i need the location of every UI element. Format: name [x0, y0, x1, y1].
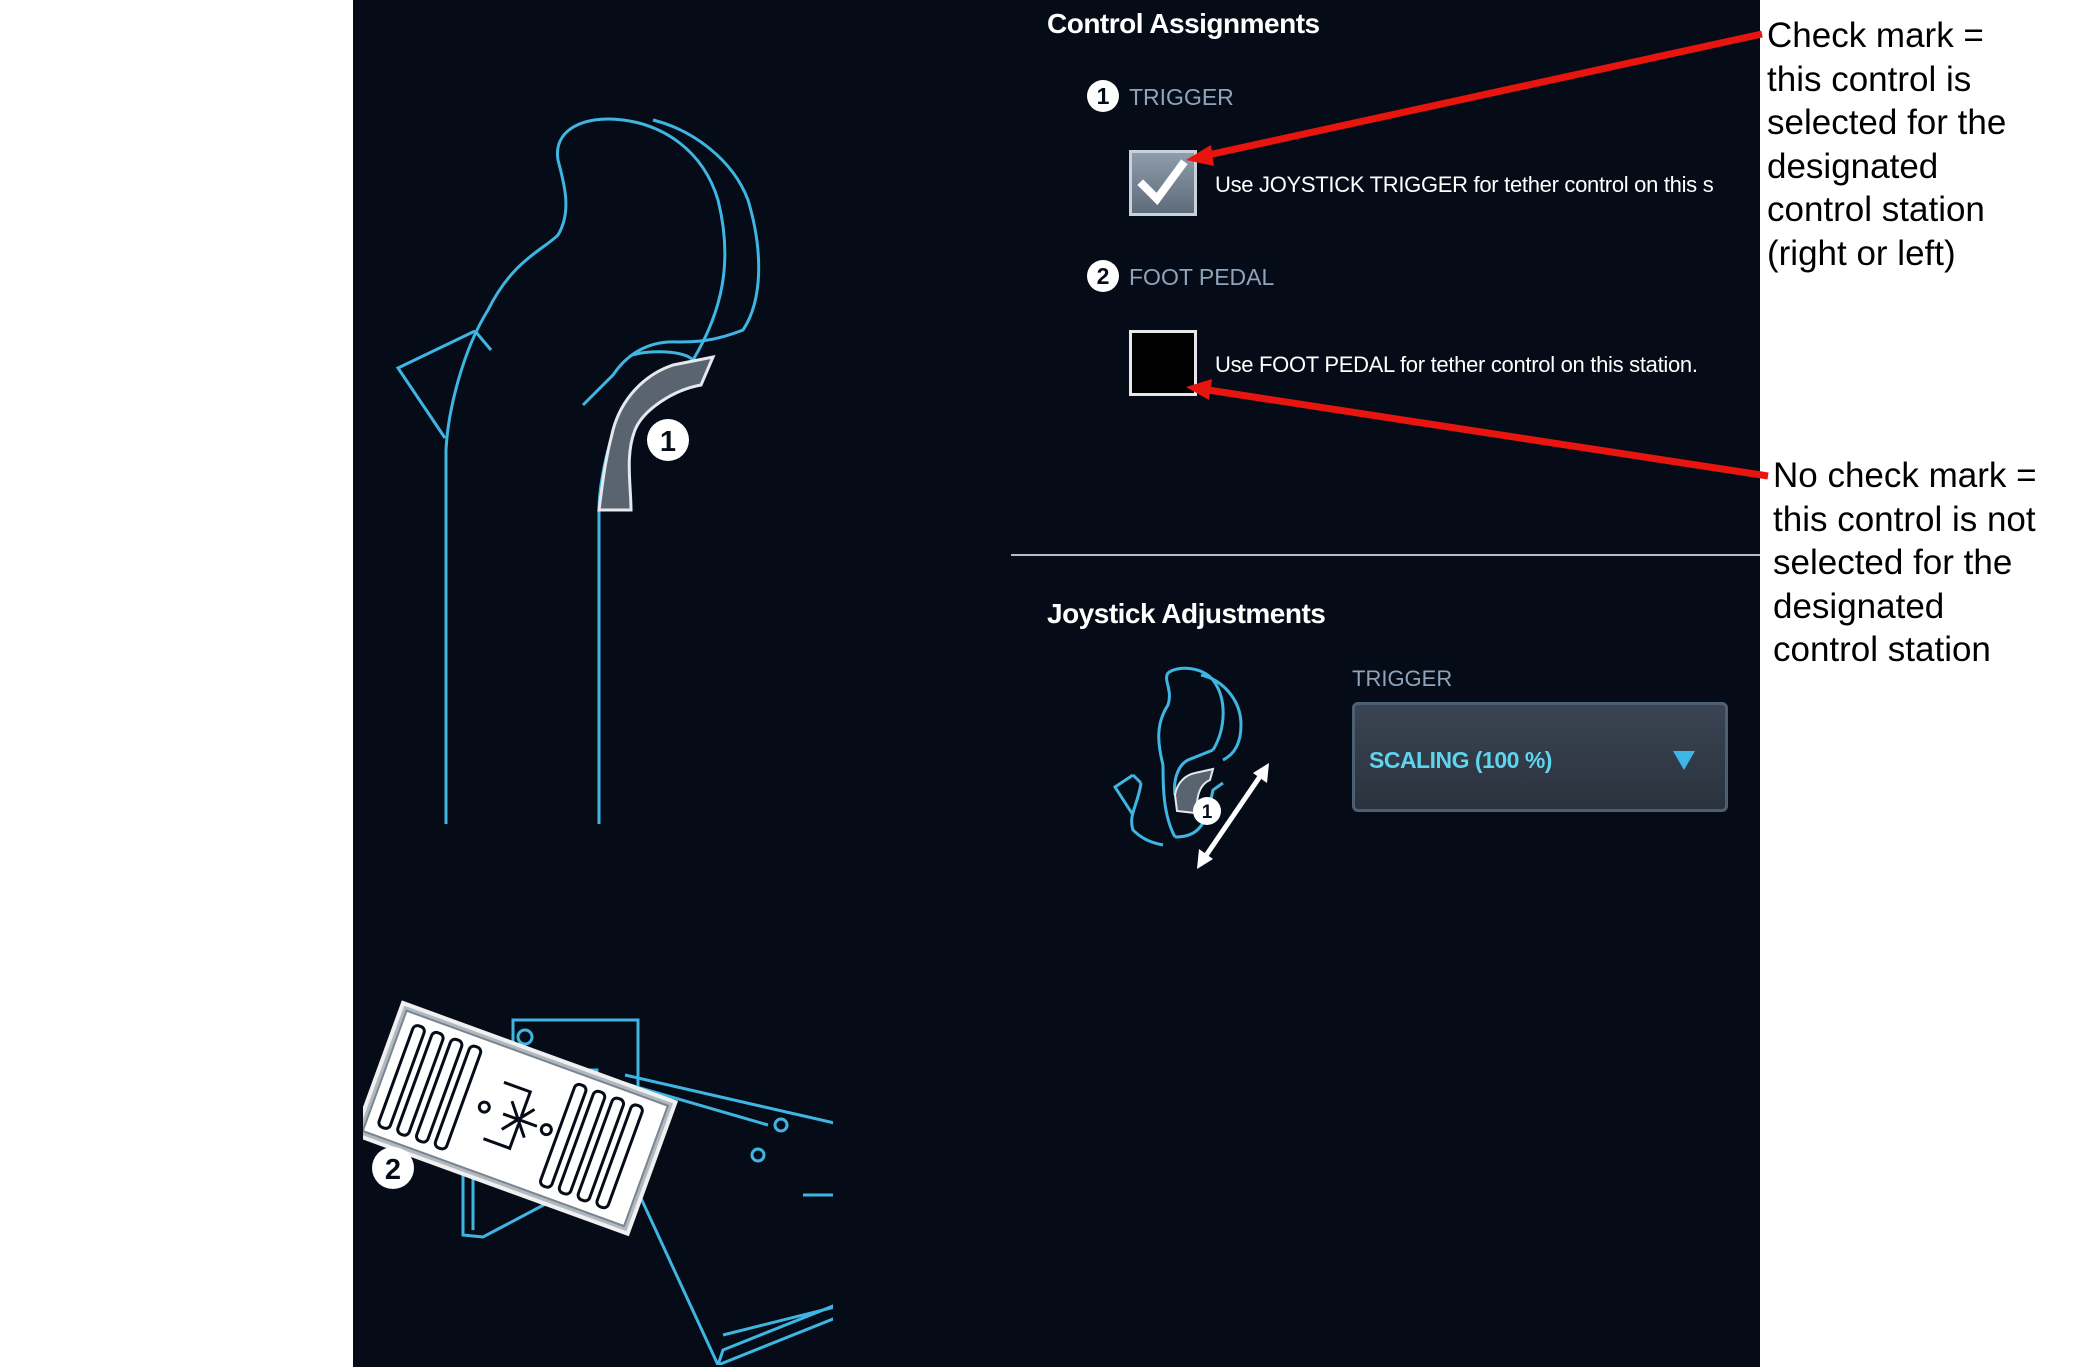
adjust-callout-number: 1	[1202, 802, 1213, 823]
joystick-adjust-icon: 1	[1113, 666, 1269, 869]
trigger-number-badge: 1	[1087, 80, 1119, 112]
trigger-label: TRIGGER	[1129, 84, 1234, 110]
foot-pedal-checkbox[interactable]	[1129, 330, 1197, 396]
foot-pedal-illustration: 2	[363, 1000, 833, 1365]
checked-annotation: Check mark = this control is selected fo…	[1767, 16, 2007, 273]
joystick-adjustments-title: Joystick Adjustments	[1047, 598, 1326, 629]
joystick-callout-number: 1	[660, 426, 676, 458]
section-divider	[1011, 554, 1760, 556]
check-icon	[1137, 159, 1188, 206]
foot-pedal-number-badge: 2	[1087, 260, 1119, 292]
control-assignments-title: Control Assignments	[1047, 8, 1320, 39]
foot-pedal-description: Use FOOT PEDAL for tether control on thi…	[1215, 352, 1698, 377]
foot-pedal-label: FOOT PEDAL	[1129, 264, 1275, 290]
trigger-field-label: TRIGGER	[1352, 666, 1453, 691]
scaling-dropdown[interactable]: SCALING (100 %)	[1352, 702, 1728, 812]
scaling-dropdown-value: SCALING (100 %)	[1369, 747, 1552, 773]
trigger-checkbox[interactable]	[1129, 150, 1197, 216]
control-assignments-section: Control Assignments 1 TRIGGER Use JOYSTI…	[1047, 0, 1760, 560]
trigger-description: Use JOYSTICK TRIGGER for tether control …	[1215, 172, 1714, 197]
triangle-down-icon	[1673, 751, 1695, 770]
app-panel: 1 2 Control Assignments 1 TRIGGER Use JO…	[353, 0, 1760, 1367]
unchecked-annotation: No check mark = this control is not sele…	[1773, 456, 2037, 669]
pedal-callout-number: 2	[385, 1154, 401, 1186]
joystick-illustration: 1	[395, 117, 761, 824]
